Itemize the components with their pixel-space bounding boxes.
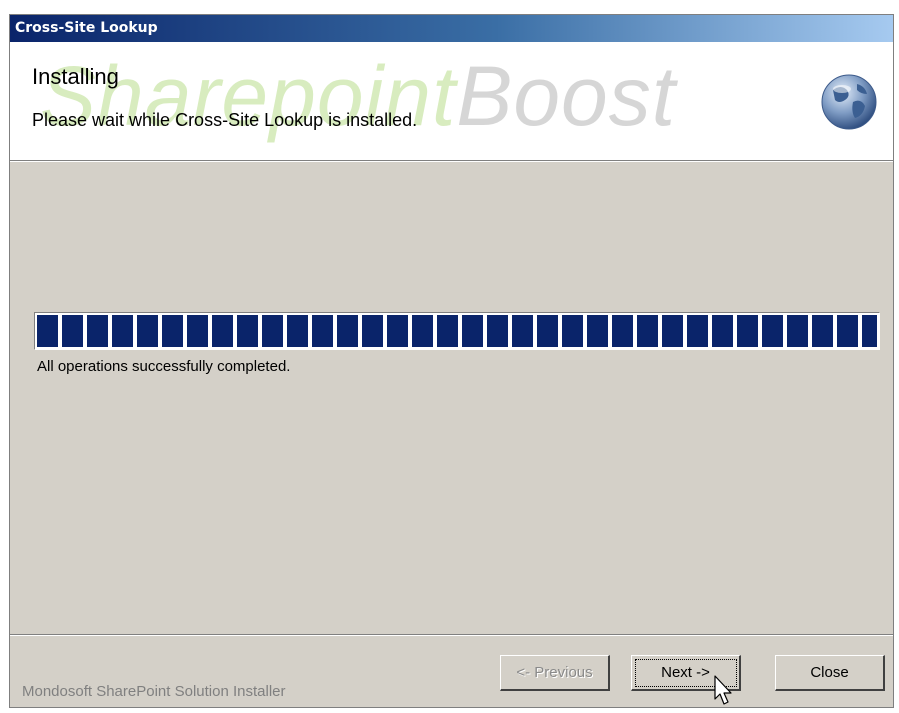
mouse-pointer-icon xyxy=(714,675,732,705)
header-banner: SharepointBoost Installing Please wait w… xyxy=(10,42,893,160)
title-bar[interactable]: Cross-Site Lookup xyxy=(10,15,893,42)
header-subtitle: Please wait while Cross-Site Lookup is i… xyxy=(32,110,418,130)
installer-brand-label: Mondosoft SharePoint Solution Installer xyxy=(22,683,286,700)
install-progress-bar xyxy=(34,312,880,350)
header-title: Installing xyxy=(32,64,119,89)
globe-icon xyxy=(821,74,877,130)
previous-button[interactable]: <- Previous xyxy=(500,655,610,691)
progress-bar-fill xyxy=(37,315,877,347)
close-button[interactable]: Close xyxy=(775,655,885,691)
footer-divider-highlight xyxy=(10,635,893,636)
header-divider-highlight xyxy=(10,161,893,162)
status-message: All operations successfully completed. xyxy=(37,358,291,375)
window-title: Cross-Site Lookup xyxy=(15,20,158,36)
installer-window: Cross-Site Lookup SharepointBoost Instal… xyxy=(9,14,894,708)
